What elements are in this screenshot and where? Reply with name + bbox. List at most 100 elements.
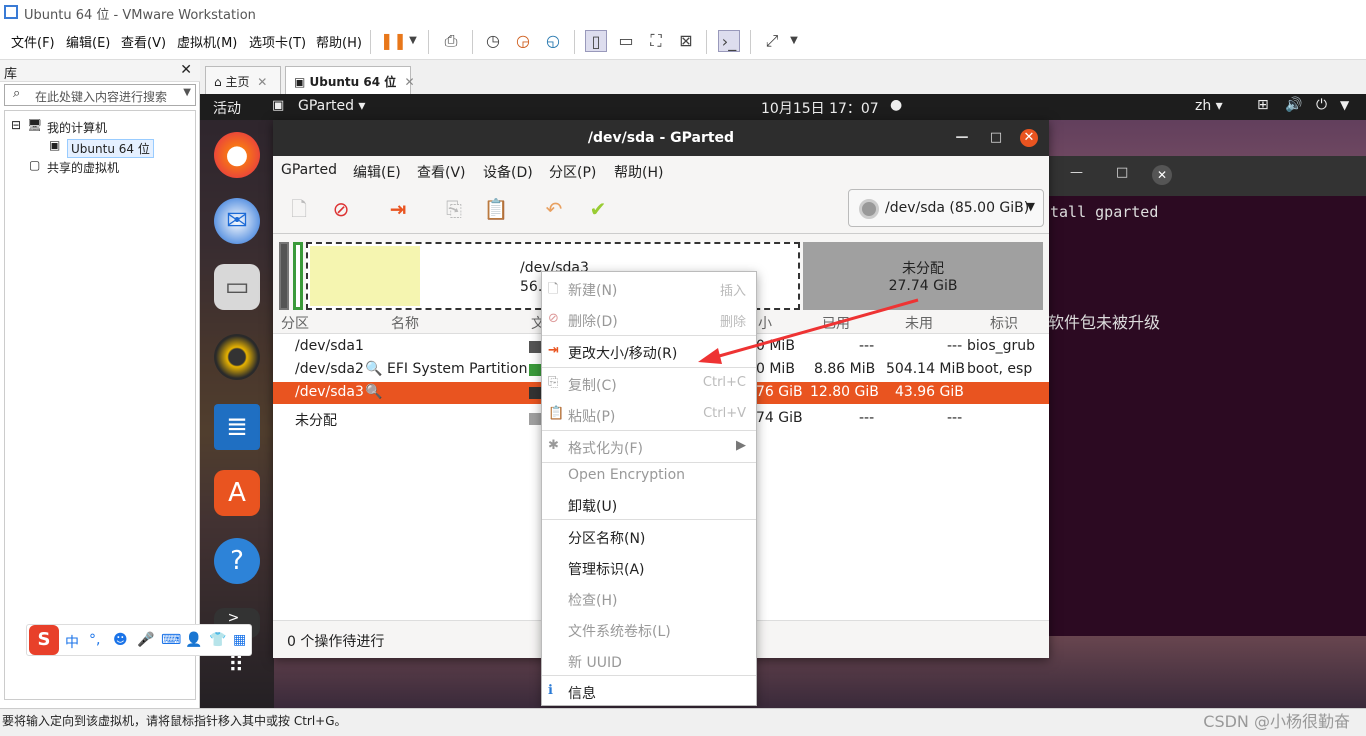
menu-gparted[interactable]: GParted [281, 162, 337, 178]
menu-view[interactable]: 查看(V) [121, 32, 166, 51]
libreoffice-writer-icon[interactable]: ≣ [214, 404, 260, 450]
menu-item-new-uuid[interactable]: 新 UUID [542, 647, 756, 675]
menu-item-unmount[interactable]: 卸载(U) [542, 491, 756, 519]
language-indicator[interactable]: zh ▾ [1195, 98, 1223, 114]
snapshot-icon[interactable]: ◷ [482, 30, 504, 52]
ime-language[interactable]: 中 [65, 632, 79, 652]
help-icon[interactable]: ? [214, 538, 260, 584]
emoji-icon[interactable]: ☻ [113, 632, 128, 648]
menu-vm[interactable]: 虚拟机(M) [177, 32, 237, 51]
sogou-logo-icon[interactable]: S [29, 625, 59, 655]
tree-expander-icon[interactable]: ⊟ [11, 118, 21, 132]
user-icon[interactable]: 👤 [185, 632, 202, 648]
app-menu[interactable]: GParted ▾ [298, 98, 365, 114]
unity-icon[interactable]: ⊠ [675, 30, 697, 52]
minimize-icon[interactable]: — [953, 129, 971, 147]
partition-block-sda1[interactable] [279, 242, 289, 310]
close-icon[interactable]: ✕ [1020, 129, 1038, 147]
menu-tabs[interactable]: 选项卡(T) [249, 32, 306, 51]
search-icon: ⌕ [13, 86, 21, 101]
library-tree: ⊟ 🖥 我的计算机 ▣ Ubuntu 64 位 ▢ 共享的虚拟机 [4, 110, 196, 700]
fs-color-swatch [529, 387, 541, 399]
close-icon[interactable]: ✕ [404, 75, 414, 89]
menu-file[interactable]: 文件(F) [11, 32, 55, 51]
menu-device[interactable]: 设备(D) [483, 162, 533, 182]
fullscreen-icon[interactable]: ⛶ [645, 30, 667, 52]
punctuation-icon[interactable]: °, [89, 632, 100, 648]
send-ctrl-alt-del-icon[interactable]: ⎙ [440, 30, 462, 52]
home-icon: ⌂ [214, 75, 226, 89]
chevron-right-icon: ▶ [736, 438, 746, 453]
revert-snapshot-icon[interactable]: ◶ [512, 30, 534, 52]
menu-item-check[interactable]: 检查(H) [542, 585, 756, 613]
menu-help[interactable]: 帮助(H) [614, 162, 663, 182]
menu-item-open-encryption[interactable]: Open Encryption [542, 462, 756, 490]
menu-edit[interactable]: 编辑(E) [353, 162, 401, 182]
menu-item-label[interactable]: 文件系统卷标(L) [542, 616, 756, 644]
chevron-down-icon[interactable]: ▼ [1340, 98, 1349, 112]
library-search-input[interactable]: ⌕ 在此处键入内容进行搜索 ▼ [4, 84, 196, 106]
library-title: 库 [4, 67, 18, 82]
delete-icon[interactable]: ⊘ [328, 196, 354, 222]
menu-item-paste[interactable]: 📋 粘贴(P) Ctrl+V [542, 401, 756, 429]
menu-item-format[interactable]: ✱ 格式化为(F) ▶ [542, 433, 756, 461]
menu-item-manage-flags[interactable]: 管理标识(A) [542, 554, 756, 582]
software-center-icon[interactable]: A [214, 470, 260, 516]
console-icon[interactable]: ›_ [718, 30, 740, 52]
chevron-down-icon[interactable]: ▼ [783, 30, 805, 52]
activities-button[interactable]: 活动 [213, 98, 241, 118]
resize-move-icon[interactable]: ⇥ [385, 196, 411, 222]
thumbnail-icon[interactable]: ▭ [615, 30, 637, 52]
undo-icon[interactable]: ↶ [541, 196, 567, 222]
menu-help[interactable]: 帮助(H) [316, 32, 362, 51]
device-select[interactable]: /dev/sda (85.00 GiB) ▼ [848, 189, 1044, 227]
maximize-icon[interactable]: □ [987, 129, 1005, 147]
chevron-down-icon: ▼ [1026, 200, 1035, 213]
tree-item-ubuntu[interactable]: Ubuntu 64 位 [67, 139, 154, 158]
menu-view[interactable]: 查看(V) [417, 162, 466, 182]
guest-desktop[interactable]: 活动 ▣ GParted ▾ 10月15日 17：07 ● zh ▾ ⊞ 🔊 ⏻… [200, 94, 1366, 708]
files-icon[interactable]: ▭ [214, 264, 260, 310]
chevron-down-icon[interactable]: ▼ [183, 87, 191, 98]
gparted-titlebar: /dev/sda - GParted — □ ✕ [273, 120, 1049, 156]
partition-block-sda2[interactable] [293, 242, 303, 310]
rhythmbox-icon[interactable] [214, 334, 260, 380]
chevron-down-icon[interactable]: ▼ [402, 30, 424, 52]
minimize-icon[interactable]: — [1070, 165, 1083, 180]
thunderbird-icon[interactable]: ✉ [214, 198, 260, 244]
menu-item-name-partition[interactable]: 分区名称(N) [542, 523, 756, 551]
volume-icon[interactable]: 🔊 [1285, 97, 1302, 113]
disk-icon [859, 199, 879, 219]
copy-icon[interactable]: ⎘ [441, 196, 467, 222]
tab-ubuntu[interactable]: ▣ Ubuntu 64 位 ✕ [285, 66, 415, 94]
tab-home[interactable]: ⌂ 主页 ✕ [205, 66, 281, 94]
tree-item-shared[interactable]: 共享的虚拟机 [47, 159, 119, 176]
close-icon[interactable]: ✕ [180, 62, 192, 78]
library-toggle-icon[interactable]: ▯ [585, 30, 607, 52]
vmware-logo-icon [4, 5, 18, 19]
menu-item-info[interactable]: ℹ 信息 [542, 678, 756, 706]
apply-icon[interactable]: ✔ [585, 196, 611, 222]
network-icon[interactable]: ⊞ [1257, 97, 1269, 113]
snapshot-manager-icon[interactable]: ◵ [542, 30, 564, 52]
close-icon[interactable]: ✕ [1152, 165, 1172, 185]
stretch-icon[interactable]: ⤢ [761, 30, 783, 52]
paste-icon[interactable]: 📋 [483, 196, 509, 222]
menu-edit[interactable]: 编辑(E) [66, 32, 110, 51]
microphone-icon[interactable]: 🎤 [137, 632, 154, 648]
tree-item-my-computer[interactable]: 我的计算机 [47, 119, 107, 136]
firefox-icon[interactable]: ● [214, 132, 260, 178]
pause-icon[interactable]: ❚❚ [380, 30, 407, 52]
power-icon[interactable]: ⏻ [1316, 97, 1327, 113]
clock[interactable]: 10月15日 17：07 [761, 98, 879, 118]
menu-partition[interactable]: 分区(P) [549, 162, 596, 182]
toolbox-icon[interactable]: ▦ [233, 632, 246, 648]
close-icon[interactable]: ✕ [257, 75, 267, 89]
maximize-icon[interactable]: □ [1116, 165, 1128, 180]
skin-icon[interactable]: 👕 [209, 632, 226, 648]
new-partition-icon[interactable]: 🗋 [286, 196, 312, 222]
keyboard-icon[interactable]: ⌨ [161, 632, 181, 648]
menu-item-copy[interactable]: ⎘ 复制(C) Ctrl+C [542, 370, 756, 398]
show-apps-icon[interactable]: ⠿ [214, 654, 260, 700]
shared-vm-icon: ▢ [29, 158, 41, 172]
